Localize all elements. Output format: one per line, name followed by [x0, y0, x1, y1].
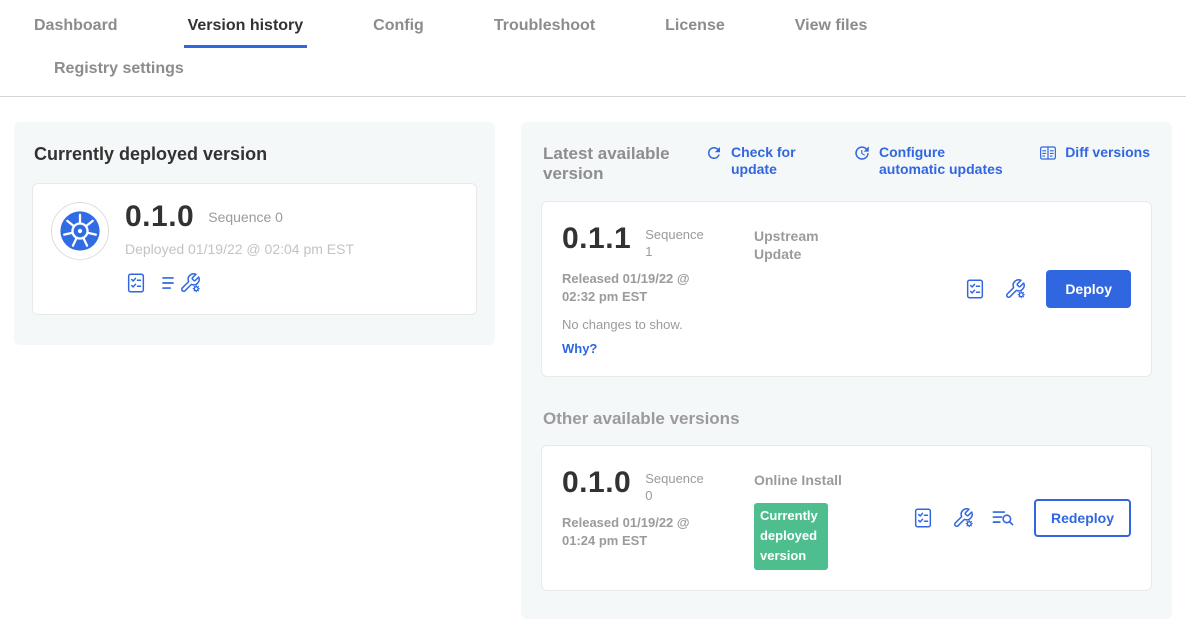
other-released-timestamp: Released 01/19/22 @ 01:24 pm EST: [562, 514, 720, 550]
tab-registry-settings[interactable]: Registry settings: [50, 56, 188, 82]
no-changes-text: No changes to show.: [562, 317, 754, 332]
tab-version-history[interactable]: Version history: [184, 0, 308, 48]
latest-version-number: 0.1.1: [562, 222, 631, 256]
other-version-card: 0.1.0 Sequence 0 Released 01/19/22 @ 01:…: [541, 445, 1152, 591]
diff-versions-link[interactable]: Diff versions: [1039, 144, 1150, 162]
latest-released-timestamp: Released 01/19/22 @ 02:32 pm EST: [562, 270, 720, 306]
tab-config[interactable]: Config: [369, 0, 428, 48]
why-link[interactable]: Why?: [562, 341, 754, 356]
nav-row-secondary: Registry settings: [30, 48, 1186, 96]
currently-deployed-panel: Currently deployed version 0.1.0 Sequenc…: [14, 122, 495, 345]
tab-dashboard[interactable]: Dashboard: [30, 0, 122, 48]
deployed-version-card: 0.1.0 Sequence 0 Deployed 01/19/22 @ 02:…: [32, 183, 477, 315]
nav-row-primary: Dashboard Version history Config Trouble…: [30, 0, 1186, 48]
currently-deployed-title: Currently deployed version: [34, 144, 477, 165]
edit-config-icon[interactable]: [1004, 278, 1026, 300]
view-logs-icon[interactable]: [992, 507, 1014, 529]
kubernetes-logo-icon: [59, 210, 101, 252]
currently-deployed-badge: Currently deployed version: [754, 503, 828, 569]
other-version-number: 0.1.0: [562, 466, 631, 500]
main-content: Currently deployed version 0.1.0 Sequenc…: [0, 97, 1186, 644]
preflight-checks-icon[interactable]: [125, 272, 147, 294]
deployed-version-actions: [125, 272, 354, 294]
redeploy-button[interactable]: Redeploy: [1034, 499, 1131, 537]
top-nav: Dashboard Version history Config Trouble…: [0, 0, 1186, 97]
other-version-actions: Redeploy: [912, 499, 1131, 537]
deployed-version-info: 0.1.0 Sequence 0 Deployed 01/19/22 @ 02:…: [125, 200, 354, 294]
other-version-info: 0.1.0 Sequence 0 Released 01/19/22 @ 01:…: [562, 466, 754, 550]
app-logo: [51, 202, 109, 260]
deployed-version-number: 0.1.0: [125, 200, 194, 234]
other-versions-title: Other available versions: [543, 409, 1152, 429]
diff-icon: [1039, 144, 1057, 162]
check-for-update-label: Check for update: [731, 144, 809, 178]
refresh-icon: [705, 144, 723, 162]
latest-available-title: Latest available version: [543, 144, 679, 185]
other-source-label: Online Install: [754, 471, 844, 489]
tab-view-files[interactable]: View files: [791, 0, 872, 48]
latest-source-label: Upstream Update: [754, 227, 844, 263]
other-sequence-label: Sequence 0: [645, 466, 709, 505]
latest-version-source: Upstream Update: [754, 222, 912, 263]
deployed-timestamp: Deployed 01/19/22 @ 02:04 pm EST: [125, 241, 354, 257]
deploy-button[interactable]: Deploy: [1046, 270, 1131, 308]
latest-version-card: 0.1.1 Sequence 1 Released 01/19/22 @ 02:…: [541, 201, 1152, 377]
configure-auto-updates-label: Configure automatic updates: [879, 144, 1015, 178]
deployed-sequence-label: Sequence 0: [208, 209, 283, 225]
tab-troubleshoot[interactable]: Troubleshoot: [490, 0, 599, 48]
preflight-checks-icon[interactable]: [912, 507, 934, 529]
other-version-source: Online Install Currently deployed versio…: [754, 466, 912, 570]
edit-config-icon[interactable]: [179, 272, 201, 294]
latest-sequence-label: Sequence 1: [645, 222, 709, 261]
check-for-update-link[interactable]: Check for update: [705, 144, 809, 178]
configure-auto-updates-link[interactable]: Configure automatic updates: [853, 144, 1015, 178]
view-logs-icon[interactable]: [161, 272, 175, 294]
tab-license[interactable]: License: [661, 0, 729, 48]
edit-config-icon[interactable]: [952, 507, 974, 529]
available-versions-header: Latest available version Check for updat…: [541, 142, 1152, 185]
latest-version-actions: Deploy: [964, 270, 1131, 308]
latest-version-info: 0.1.1 Sequence 1 Released 01/19/22 @ 02:…: [562, 222, 754, 356]
available-versions-panel: Latest available version Check for updat…: [521, 122, 1172, 619]
preflight-checks-icon[interactable]: [964, 278, 986, 300]
diff-versions-label: Diff versions: [1065, 144, 1150, 161]
auto-update-icon: [853, 144, 871, 162]
